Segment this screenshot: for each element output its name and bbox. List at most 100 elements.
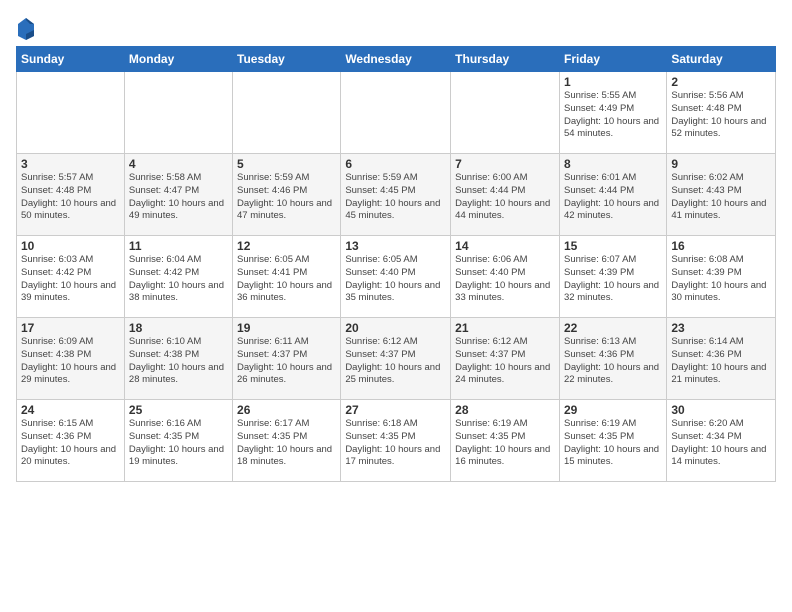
day-number: 28 bbox=[455, 403, 555, 417]
day-info: Sunrise: 6:09 AM Sunset: 4:38 PM Dayligh… bbox=[21, 336, 120, 387]
day-info: Sunrise: 6:10 AM Sunset: 4:38 PM Dayligh… bbox=[129, 336, 228, 387]
day-info: Sunrise: 6:06 AM Sunset: 4:40 PM Dayligh… bbox=[455, 254, 555, 305]
calendar-cell: 13Sunrise: 6:05 AM Sunset: 4:40 PM Dayli… bbox=[341, 236, 451, 318]
day-number: 6 bbox=[345, 157, 446, 171]
day-number: 17 bbox=[21, 321, 120, 335]
calendar-cell: 25Sunrise: 6:16 AM Sunset: 4:35 PM Dayli… bbox=[124, 400, 232, 482]
day-number: 11 bbox=[129, 239, 228, 253]
page-container: SundayMondayTuesdayWednesdayThursdayFrid… bbox=[0, 0, 792, 490]
day-info: Sunrise: 6:04 AM Sunset: 4:42 PM Dayligh… bbox=[129, 254, 228, 305]
day-number: 22 bbox=[564, 321, 662, 335]
day-info: Sunrise: 5:55 AM Sunset: 4:49 PM Dayligh… bbox=[564, 90, 662, 141]
weekday-header-sunday: Sunday bbox=[17, 47, 125, 72]
calendar-cell: 12Sunrise: 6:05 AM Sunset: 4:41 PM Dayli… bbox=[233, 236, 341, 318]
day-info: Sunrise: 6:05 AM Sunset: 4:40 PM Dayligh… bbox=[345, 254, 446, 305]
calendar-week-row: 17Sunrise: 6:09 AM Sunset: 4:38 PM Dayli… bbox=[17, 318, 776, 400]
weekday-header-friday: Friday bbox=[559, 47, 666, 72]
calendar-cell: 7Sunrise: 6:00 AM Sunset: 4:44 PM Daylig… bbox=[451, 154, 560, 236]
day-number: 3 bbox=[21, 157, 120, 171]
day-number: 21 bbox=[455, 321, 555, 335]
day-number: 20 bbox=[345, 321, 446, 335]
day-number: 16 bbox=[671, 239, 771, 253]
day-number: 15 bbox=[564, 239, 662, 253]
logo bbox=[16, 16, 40, 40]
day-info: Sunrise: 6:00 AM Sunset: 4:44 PM Dayligh… bbox=[455, 172, 555, 223]
day-info: Sunrise: 6:01 AM Sunset: 4:44 PM Dayligh… bbox=[564, 172, 662, 223]
day-info: Sunrise: 6:12 AM Sunset: 4:37 PM Dayligh… bbox=[455, 336, 555, 387]
day-number: 23 bbox=[671, 321, 771, 335]
day-number: 14 bbox=[455, 239, 555, 253]
calendar-cell: 3Sunrise: 5:57 AM Sunset: 4:48 PM Daylig… bbox=[17, 154, 125, 236]
calendar-cell: 2Sunrise: 5:56 AM Sunset: 4:48 PM Daylig… bbox=[667, 72, 776, 154]
day-info: Sunrise: 6:08 AM Sunset: 4:39 PM Dayligh… bbox=[671, 254, 771, 305]
day-number: 13 bbox=[345, 239, 446, 253]
header-row bbox=[16, 12, 776, 40]
calendar-cell: 27Sunrise: 6:18 AM Sunset: 4:35 PM Dayli… bbox=[341, 400, 451, 482]
day-info: Sunrise: 6:19 AM Sunset: 4:35 PM Dayligh… bbox=[455, 418, 555, 469]
day-info: Sunrise: 6:19 AM Sunset: 4:35 PM Dayligh… bbox=[564, 418, 662, 469]
calendar-cell: 29Sunrise: 6:19 AM Sunset: 4:35 PM Dayli… bbox=[559, 400, 666, 482]
day-info: Sunrise: 6:05 AM Sunset: 4:41 PM Dayligh… bbox=[237, 254, 336, 305]
weekday-header-wednesday: Wednesday bbox=[341, 47, 451, 72]
calendar-cell bbox=[124, 72, 232, 154]
calendar-cell: 23Sunrise: 6:14 AM Sunset: 4:36 PM Dayli… bbox=[667, 318, 776, 400]
calendar-cell: 20Sunrise: 6:12 AM Sunset: 4:37 PM Dayli… bbox=[341, 318, 451, 400]
day-number: 1 bbox=[564, 75, 662, 89]
weekday-header-tuesday: Tuesday bbox=[233, 47, 341, 72]
calendar-cell: 14Sunrise: 6:06 AM Sunset: 4:40 PM Dayli… bbox=[451, 236, 560, 318]
day-info: Sunrise: 6:07 AM Sunset: 4:39 PM Dayligh… bbox=[564, 254, 662, 305]
calendar-week-row: 24Sunrise: 6:15 AM Sunset: 4:36 PM Dayli… bbox=[17, 400, 776, 482]
calendar-cell: 24Sunrise: 6:15 AM Sunset: 4:36 PM Dayli… bbox=[17, 400, 125, 482]
day-number: 8 bbox=[564, 157, 662, 171]
weekday-header-monday: Monday bbox=[124, 47, 232, 72]
day-number: 30 bbox=[671, 403, 771, 417]
day-number: 29 bbox=[564, 403, 662, 417]
calendar-cell bbox=[451, 72, 560, 154]
calendar-cell: 17Sunrise: 6:09 AM Sunset: 4:38 PM Dayli… bbox=[17, 318, 125, 400]
day-info: Sunrise: 6:13 AM Sunset: 4:36 PM Dayligh… bbox=[564, 336, 662, 387]
day-info: Sunrise: 6:17 AM Sunset: 4:35 PM Dayligh… bbox=[237, 418, 336, 469]
day-number: 12 bbox=[237, 239, 336, 253]
day-number: 24 bbox=[21, 403, 120, 417]
day-number: 25 bbox=[129, 403, 228, 417]
day-info: Sunrise: 5:58 AM Sunset: 4:47 PM Dayligh… bbox=[129, 172, 228, 223]
day-number: 4 bbox=[129, 157, 228, 171]
weekday-header-saturday: Saturday bbox=[667, 47, 776, 72]
calendar-cell: 19Sunrise: 6:11 AM Sunset: 4:37 PM Dayli… bbox=[233, 318, 341, 400]
calendar-cell: 1Sunrise: 5:55 AM Sunset: 4:49 PM Daylig… bbox=[559, 72, 666, 154]
calendar-week-row: 10Sunrise: 6:03 AM Sunset: 4:42 PM Dayli… bbox=[17, 236, 776, 318]
day-info: Sunrise: 6:20 AM Sunset: 4:34 PM Dayligh… bbox=[671, 418, 771, 469]
day-info: Sunrise: 5:59 AM Sunset: 4:45 PM Dayligh… bbox=[345, 172, 446, 223]
calendar-cell: 6Sunrise: 5:59 AM Sunset: 4:45 PM Daylig… bbox=[341, 154, 451, 236]
calendar-cell: 5Sunrise: 5:59 AM Sunset: 4:46 PM Daylig… bbox=[233, 154, 341, 236]
calendar-cell: 30Sunrise: 6:20 AM Sunset: 4:34 PM Dayli… bbox=[667, 400, 776, 482]
day-info: Sunrise: 6:18 AM Sunset: 4:35 PM Dayligh… bbox=[345, 418, 446, 469]
day-number: 26 bbox=[237, 403, 336, 417]
day-number: 27 bbox=[345, 403, 446, 417]
day-number: 9 bbox=[671, 157, 771, 171]
calendar-cell bbox=[233, 72, 341, 154]
day-number: 5 bbox=[237, 157, 336, 171]
day-info: Sunrise: 6:02 AM Sunset: 4:43 PM Dayligh… bbox=[671, 172, 771, 223]
calendar-cell: 21Sunrise: 6:12 AM Sunset: 4:37 PM Dayli… bbox=[451, 318, 560, 400]
calendar-table: SundayMondayTuesdayWednesdayThursdayFrid… bbox=[16, 46, 776, 482]
logo-icon bbox=[16, 16, 36, 40]
day-info: Sunrise: 6:03 AM Sunset: 4:42 PM Dayligh… bbox=[21, 254, 120, 305]
day-info: Sunrise: 6:14 AM Sunset: 4:36 PM Dayligh… bbox=[671, 336, 771, 387]
calendar-cell: 15Sunrise: 6:07 AM Sunset: 4:39 PM Dayli… bbox=[559, 236, 666, 318]
day-info: Sunrise: 6:12 AM Sunset: 4:37 PM Dayligh… bbox=[345, 336, 446, 387]
calendar-cell: 22Sunrise: 6:13 AM Sunset: 4:36 PM Dayli… bbox=[559, 318, 666, 400]
calendar-cell: 9Sunrise: 6:02 AM Sunset: 4:43 PM Daylig… bbox=[667, 154, 776, 236]
calendar-week-row: 1Sunrise: 5:55 AM Sunset: 4:49 PM Daylig… bbox=[17, 72, 776, 154]
calendar-cell: 4Sunrise: 5:58 AM Sunset: 4:47 PM Daylig… bbox=[124, 154, 232, 236]
calendar-cell: 8Sunrise: 6:01 AM Sunset: 4:44 PM Daylig… bbox=[559, 154, 666, 236]
weekday-header-thursday: Thursday bbox=[451, 47, 560, 72]
day-number: 18 bbox=[129, 321, 228, 335]
weekday-header-row: SundayMondayTuesdayWednesdayThursdayFrid… bbox=[17, 47, 776, 72]
day-info: Sunrise: 5:57 AM Sunset: 4:48 PM Dayligh… bbox=[21, 172, 120, 223]
day-info: Sunrise: 5:56 AM Sunset: 4:48 PM Dayligh… bbox=[671, 90, 771, 141]
calendar-cell: 11Sunrise: 6:04 AM Sunset: 4:42 PM Dayli… bbox=[124, 236, 232, 318]
day-number: 10 bbox=[21, 239, 120, 253]
day-info: Sunrise: 6:15 AM Sunset: 4:36 PM Dayligh… bbox=[21, 418, 120, 469]
day-number: 2 bbox=[671, 75, 771, 89]
